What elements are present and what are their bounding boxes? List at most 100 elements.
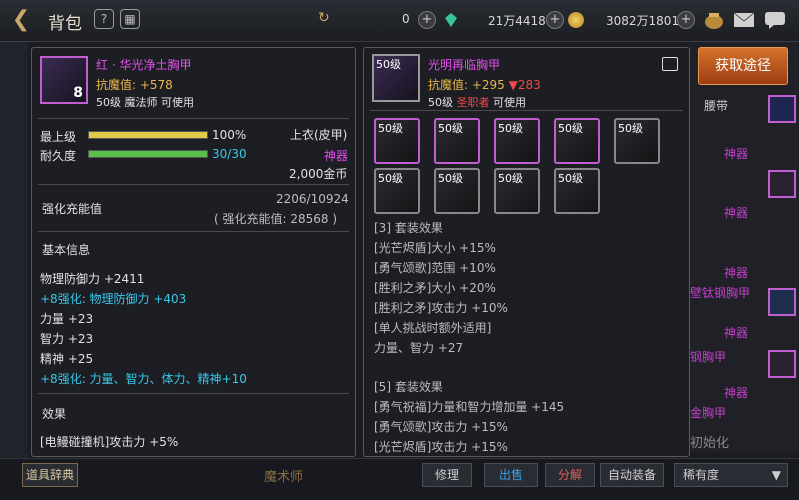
inventory-item-name[interactable]: 壁钛钢胸甲 xyxy=(690,284,750,301)
set-effect-line: [胜利之矛]攻击力 +10% xyxy=(374,301,508,315)
initialize-button[interactable]: 初始化 xyxy=(690,432,729,451)
set-item-slot[interactable]: 50级 xyxy=(434,168,480,214)
calendar-icon[interactable]: ▦ xyxy=(120,9,140,29)
sell-button[interactable]: 出售 xyxy=(484,463,538,487)
divider xyxy=(38,184,349,185)
help-icon[interactable]: ? xyxy=(94,9,114,29)
sort-dropdown[interactable]: 稀有度 ▼ xyxy=(674,463,788,487)
set-item-slot[interactable]: 50级 xyxy=(614,118,660,164)
back-arrow-icon[interactable]: ❮ xyxy=(6,6,36,34)
thumb-level: 50级 xyxy=(376,58,401,71)
add-points-button[interactable]: + xyxy=(546,11,564,29)
currency-gold: 3082万1801 xyxy=(606,14,680,28)
pot-icon[interactable] xyxy=(703,10,725,30)
swap-icon[interactable]: ↻ xyxy=(318,10,330,26)
currency-points: 21万4418 xyxy=(488,14,546,28)
divider xyxy=(38,118,349,119)
mail-icon[interactable] xyxy=(733,10,755,30)
basic-line: 智力 +23 xyxy=(40,332,94,346)
effect-title: 效果 xyxy=(42,407,67,421)
charge-value: 2206/10924 xyxy=(276,192,349,206)
basic-info-title: 基本信息 xyxy=(42,243,91,257)
basic-line: 精神 +25 xyxy=(40,352,94,366)
rarity-label: 神器 xyxy=(324,149,349,163)
level-bar xyxy=(88,131,208,139)
basic-line: 力量 +23 xyxy=(40,312,94,326)
inventory-item-thumb[interactable] xyxy=(768,350,796,378)
class-label: 魔术师 xyxy=(264,470,304,485)
gem-icon xyxy=(445,13,457,27)
set-effect-line: 力量、智力 +27 xyxy=(374,341,464,355)
basic-line: +8强化: 物理防御力 +403 xyxy=(40,292,187,306)
stat-value: 抗魔值: +295 xyxy=(428,78,505,92)
charge-label: 强化充能值 xyxy=(42,202,103,216)
inventory-item-thumb[interactable] xyxy=(768,95,796,123)
share-icon[interactable] xyxy=(662,57,678,71)
chat-icon[interactable] xyxy=(764,10,786,30)
set-item-slot[interactable]: 50级 xyxy=(554,118,600,164)
enhance-badge: 8 xyxy=(73,85,83,101)
item-requirement: 50级 圣职者 可使用 xyxy=(428,94,526,110)
set-effect-line: [勇气颂歌]攻击力 +15% xyxy=(374,420,508,434)
item-name: 光明再临胸甲 xyxy=(428,58,501,72)
top-bar: ❮ 背包 ? ▦ ↻ 0 + 21万4418 + 3082万1801 + xyxy=(0,0,799,42)
item-stat: 抗魔值: +295 ▼283 xyxy=(428,76,541,93)
set-item-slot[interactable]: 50级 xyxy=(494,118,540,164)
rarity-label: 神器 xyxy=(724,386,749,400)
get-source-button[interactable]: 获取途径 xyxy=(698,47,788,85)
item-requirement: 50级 魔法师 可使用 xyxy=(96,96,194,109)
divider xyxy=(370,110,683,111)
set-effect-line: [勇气颂歌]范围 +10% xyxy=(374,261,496,275)
set-item-slot[interactable]: 50级 xyxy=(554,168,600,214)
item-price: 2,000金币 xyxy=(289,167,348,181)
set-item-slot[interactable]: 50级 xyxy=(494,168,540,214)
auto-equip-button[interactable]: 自动装备 xyxy=(600,463,664,487)
inventory-item-name[interactable]: 金胸甲 xyxy=(690,404,726,421)
slot-type: 上衣(皮甲) xyxy=(290,128,348,142)
level-label: 最上级 xyxy=(40,130,77,144)
divider xyxy=(38,231,349,232)
basic-line: 物理防御力 +2411 xyxy=(40,272,145,286)
req-level: 50级 xyxy=(428,96,453,109)
rarity-label: 神器 xyxy=(724,147,749,161)
durability-value: 30/30 xyxy=(212,147,247,161)
stat-diff: ▼283 xyxy=(508,78,541,92)
set-item-slot[interactable]: 50级 xyxy=(374,168,420,214)
inventory-item-thumb[interactable] xyxy=(768,288,796,316)
page-title: 背包 xyxy=(48,14,82,34)
set-item-slot[interactable]: 50级 xyxy=(374,118,420,164)
sort-value: 稀有度 xyxy=(683,468,720,482)
equipped-item-tooltip: 8 红 · 华光净土胸甲 抗魔值: +578 50级 魔法师 可使用 最上级 1… xyxy=(31,47,356,457)
item-thumb: 50级 xyxy=(372,54,420,102)
set-effect-line: [单人挑战时额外适用] xyxy=(374,321,492,335)
item-name: 红 · 华光净土胸甲 xyxy=(96,58,192,72)
durability-bar xyxy=(88,150,208,158)
compare-item-tooltip: 50级 光明再临胸甲 抗魔值: +295 ▼283 50级 圣职者 可使用 50… xyxy=(363,47,690,457)
set-item-slot[interactable]: 50级 xyxy=(434,118,480,164)
set-effect-title: [5] 套装效果 xyxy=(374,380,443,394)
item-dictionary-button[interactable]: 道具辞典 xyxy=(22,463,78,487)
req-suffix: 可使用 xyxy=(493,96,526,109)
set-effect-title: [3] 套装效果 xyxy=(374,221,443,235)
item-thumb: 8 xyxy=(40,56,88,104)
tab-belt[interactable]: 腰带 xyxy=(704,97,728,114)
rarity-label: 神器 xyxy=(724,206,749,220)
set-effect-line: [勇气祝福]力量和智力增加量 +145 xyxy=(374,400,565,414)
currency-cera: 0 xyxy=(402,12,410,26)
inventory-item-thumb[interactable] xyxy=(768,170,796,198)
rarity-label: 神器 xyxy=(724,326,749,340)
add-cera-button[interactable]: + xyxy=(418,11,436,29)
repair-button[interactable]: 修理 xyxy=(422,463,472,487)
effect-line: [电鳗碰撞机]攻击力 +5% xyxy=(40,435,179,449)
level-pct: 100% xyxy=(212,128,247,142)
req-class: 圣职者 xyxy=(456,96,490,109)
chevron-down-icon: ▼ xyxy=(771,468,781,482)
set-effect-line: [胜利之矛]大小 +20% xyxy=(374,281,496,295)
add-gold-button[interactable]: + xyxy=(677,11,695,29)
set-effect-line: [光芒烬盾]大小 +15% xyxy=(374,241,496,255)
rarity-label: 神器 xyxy=(724,266,749,280)
inventory-item-name[interactable]: 钢胸甲 xyxy=(690,348,726,365)
decompose-button[interactable]: 分解 xyxy=(545,463,595,487)
charge-subvalue: ( 强化充能值: 28568 ) xyxy=(214,212,338,226)
coin-icon xyxy=(568,12,584,28)
